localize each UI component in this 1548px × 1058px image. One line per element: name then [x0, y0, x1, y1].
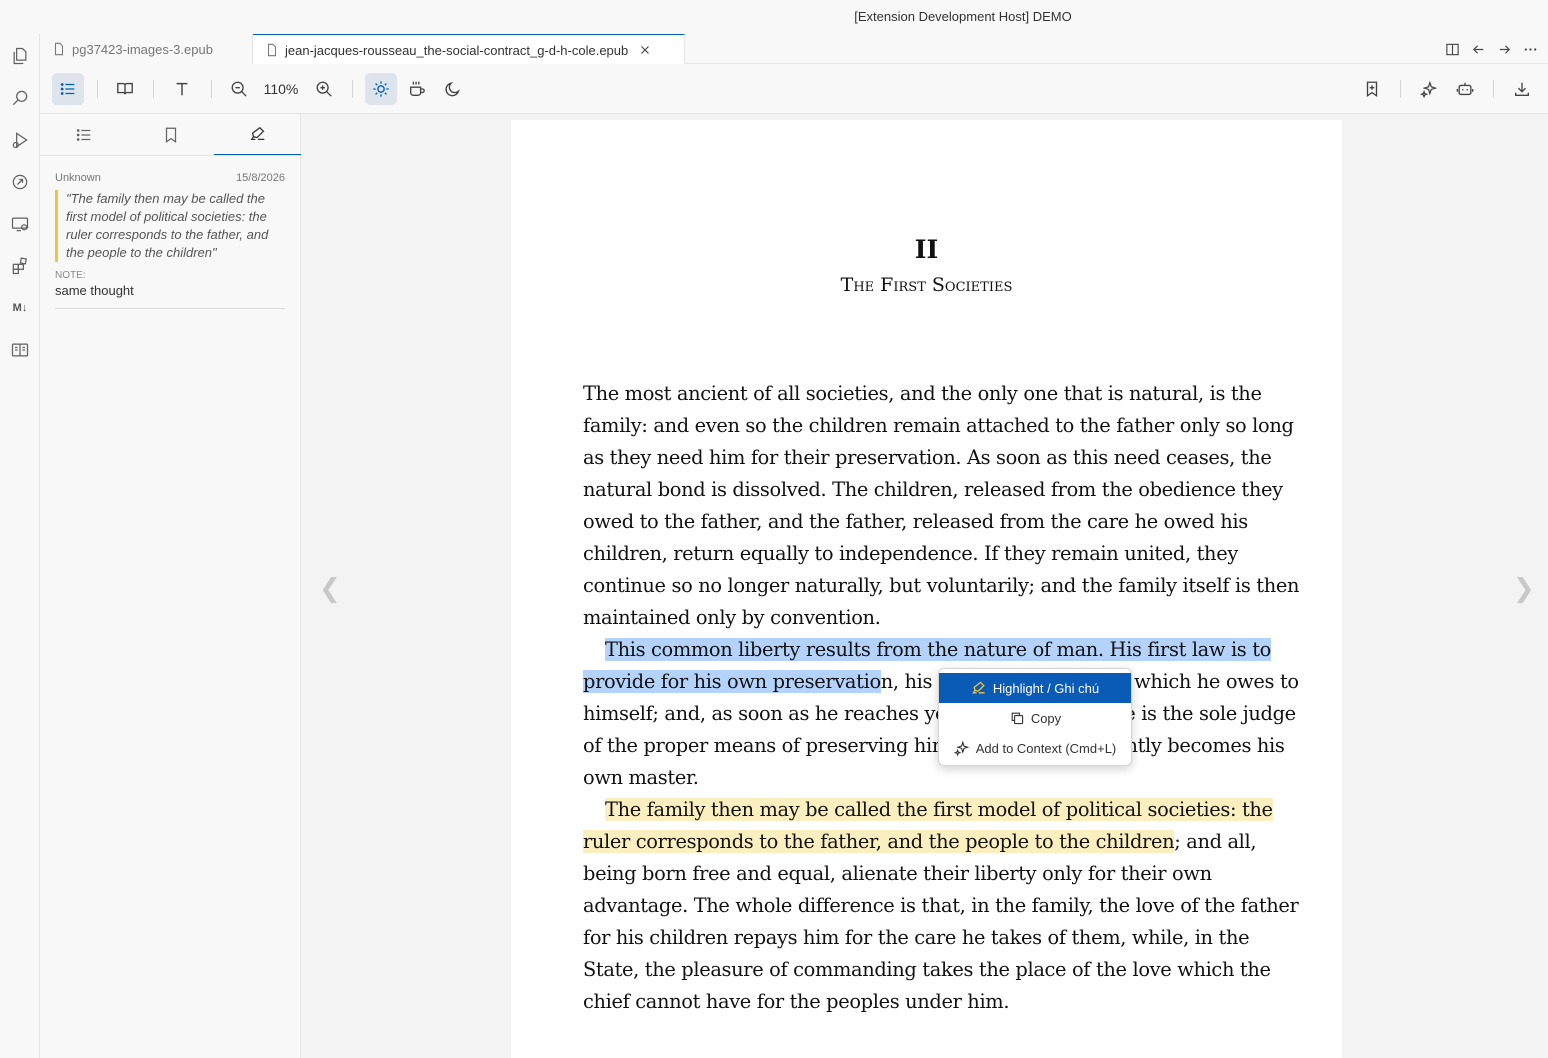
menu-item-add-to-context[interactable]: Add to Context (Cmd+L) — [939, 733, 1131, 763]
book-icon[interactable] — [8, 338, 32, 362]
tab-label: pg37423-images-3.epub — [72, 41, 213, 57]
book-open-icon[interactable] — [109, 73, 141, 105]
run-debug-icon[interactable] — [8, 128, 32, 152]
download-icon[interactable] — [1506, 73, 1538, 105]
chapter-title: The First Societies — [840, 274, 1013, 296]
menu-item-label: Highlight / Ghi chú — [992, 680, 1100, 696]
annotation-note: same thought — [55, 283, 134, 298]
annotation-author: Unknown — [55, 172, 101, 184]
file-icon — [54, 42, 64, 56]
title-bar: [Extension Development Host] DEMO — [0, 0, 1548, 34]
epub-reader: ❮ ❯ II The First Societies The most anci… — [301, 114, 1548, 1058]
editor-tab-bar: pg37423-images-3.epub jean-jacques-rouss… — [40, 34, 1548, 65]
markdown-icon[interactable]: M↓ — [8, 296, 32, 320]
chapter-number: II — [914, 235, 939, 264]
file-icon — [267, 43, 277, 57]
selection-context-menu: Highlight / Ghi chú Copy Add to Context … — [938, 668, 1132, 766]
sidebar-tab-bookmarks[interactable] — [127, 114, 214, 156]
editor-actions — [1444, 34, 1538, 64]
paragraph-3-rest: ; and all, being born free and equal, al… — [583, 830, 1299, 1013]
sparkle-icon — [953, 740, 970, 756]
coffee-icon[interactable] — [401, 73, 433, 105]
text-highlight[interactable]: The family then may be called the first … — [583, 798, 1273, 853]
sidebar-tab-toc[interactable] — [40, 114, 127, 156]
close-icon[interactable] — [638, 43, 652, 57]
sun-icon[interactable] — [365, 73, 397, 105]
annotation-note-label: NOTE: — [55, 270, 86, 281]
book-page: II The First Societies The most ancient … — [511, 120, 1342, 1058]
paragraph-3: The family then may be called the first … — [583, 794, 1303, 1018]
tab-label: jean-jacques-rousseau_the-social-contrac… — [285, 42, 629, 58]
window-title: [Extension Development Host] DEMO — [854, 9, 1072, 24]
annotation-date: 15/8/2026 — [236, 172, 285, 184]
arrow-left-icon[interactable] — [1470, 41, 1486, 57]
moon-icon[interactable] — [437, 73, 469, 105]
paragraph-1: The most ancient of all societies, and t… — [583, 382, 1300, 629]
menu-item-label: Add to Context (Cmd+L) — [975, 740, 1117, 756]
sidebar-tab-highlights[interactable] — [214, 114, 301, 156]
robot-icon[interactable] — [1449, 73, 1481, 105]
extensions-icon[interactable] — [8, 254, 32, 278]
zoom-in-icon[interactable] — [308, 73, 340, 105]
more-actions-icon[interactable] — [1522, 41, 1538, 57]
activity-bar: M↓ — [0, 34, 40, 1058]
next-page-button[interactable]: ❯ — [1513, 574, 1535, 604]
highlighter-icon — [250, 126, 264, 141]
zoom-out-icon[interactable] — [223, 73, 255, 105]
tab-epub-2[interactable]: jean-jacques-rousseau_the-social-contrac… — [253, 34, 685, 65]
reader-toolbar: 110% — [40, 64, 1548, 114]
list-icon — [76, 129, 90, 141]
bookmark-add-icon[interactable] — [1356, 73, 1388, 105]
toc-icon[interactable] — [52, 73, 84, 105]
copy-icon — [1011, 712, 1023, 725]
annotation-card[interactable]: Unknown 15/8/2026 "The family then may b… — [55, 172, 285, 309]
explorer-icon[interactable] — [8, 44, 32, 68]
bookmark-icon — [165, 127, 176, 143]
split-editor-icon[interactable] — [1444, 41, 1460, 57]
prev-page-button[interactable]: ❮ — [319, 574, 341, 604]
remote-explorer-icon[interactable] — [8, 212, 32, 236]
annotation-quote: "The family then may be called the first… — [55, 190, 285, 262]
menu-item-label: Copy — [1030, 710, 1062, 726]
menu-item-highlight[interactable]: Highlight / Ghi chú — [939, 673, 1131, 703]
sparkle-icon[interactable] — [1413, 73, 1445, 105]
arrow-right-icon[interactable] — [1496, 41, 1512, 57]
annotations-sidebar: Unknown 15/8/2026 "The family then may b… — [40, 114, 301, 1058]
remote-icon[interactable] — [8, 170, 32, 194]
tab-epub-1[interactable]: pg37423-images-3.epub — [40, 34, 253, 64]
text-icon[interactable] — [166, 73, 198, 105]
menu-item-copy[interactable]: Copy — [939, 703, 1131, 733]
highlighter-icon — [972, 681, 985, 694]
zoom-level: 110% — [263, 81, 299, 97]
search-icon[interactable] — [8, 86, 32, 110]
